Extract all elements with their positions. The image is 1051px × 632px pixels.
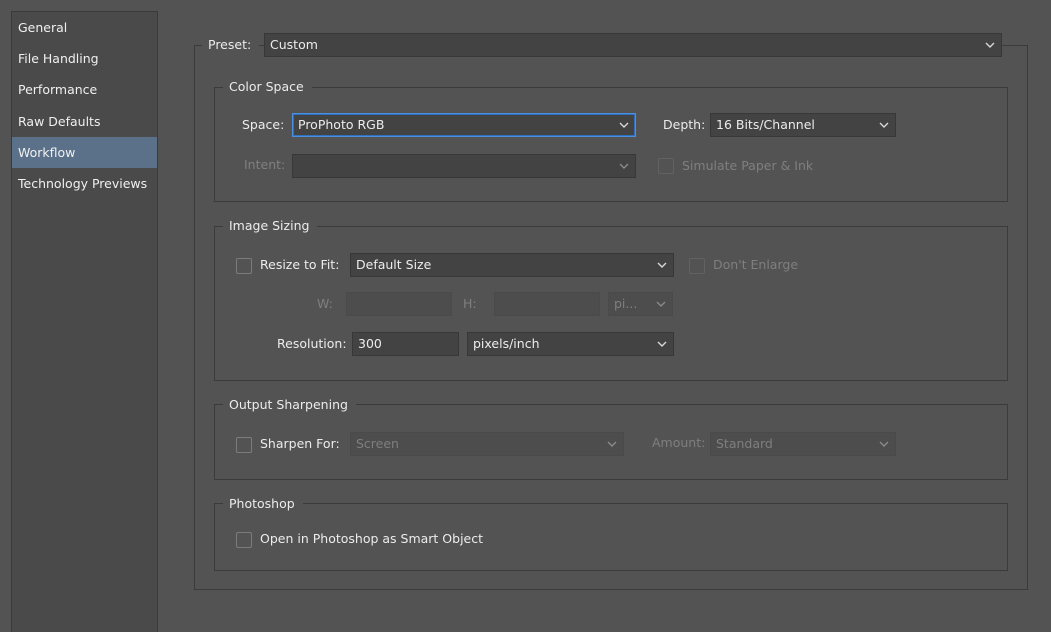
simulate-paper-ink-checkbox[interactable] [658, 158, 674, 174]
preset-label: Preset: [202, 36, 260, 54]
chevron-down-icon [879, 441, 889, 447]
chevron-down-icon [619, 163, 629, 169]
sidebar-item-general[interactable]: General [12, 12, 157, 43]
intent-select[interactable] [292, 154, 636, 178]
height-label: H: [463, 296, 477, 311]
sidebar-item-raw-defaults[interactable]: Raw Defaults [12, 106, 157, 137]
smart-object-label: Open in Photoshop as Smart Object [260, 531, 484, 546]
space-select-value: ProPhoto RGB [298, 117, 385, 132]
amount-select[interactable]: Standard [710, 432, 896, 456]
chevron-down-icon [657, 262, 667, 268]
resize-to-fit-label: Resize to Fit: [260, 257, 340, 272]
depth-label: Depth: [663, 117, 706, 132]
amount-label: Amount: [652, 435, 706, 450]
sharpen-for-label: Sharpen For: [260, 436, 340, 451]
dont-enlarge-checkbox[interactable] [689, 258, 705, 274]
simulate-paper-ink-label: Simulate Paper & Ink [682, 158, 814, 173]
output-sharpening-title: Output Sharpening [223, 396, 356, 414]
resize-to-fit-select[interactable]: Default Size [350, 253, 674, 277]
amount-value: Standard [716, 436, 773, 451]
sidebar-item-file-handling[interactable]: File Handling [12, 43, 157, 74]
resolution-unit-value: pixels/inch [473, 336, 540, 351]
sharpen-for-checkbox[interactable] [236, 437, 252, 453]
image-sizing-title: Image Sizing [223, 217, 318, 235]
preset-select[interactable]: Custom [264, 33, 1002, 57]
sidebar-item-workflow[interactable]: Workflow [12, 137, 157, 168]
height-input[interactable] [494, 292, 600, 316]
chevron-down-icon [985, 42, 995, 48]
chevron-down-icon [619, 122, 629, 128]
size-unit-select[interactable]: pi... [608, 292, 673, 316]
sidebar-item-technology-previews[interactable]: Technology Previews [12, 168, 157, 199]
sharpen-for-value: Screen [356, 436, 399, 451]
depth-select-value: 16 Bits/Channel [716, 117, 815, 132]
color-space-title: Color Space [223, 78, 312, 96]
resolution-unit-select[interactable]: pixels/inch [467, 332, 674, 356]
dont-enlarge-label: Don't Enlarge [713, 257, 799, 272]
resolution-input[interactable]: 300 [352, 332, 459, 356]
preset-select-value: Custom [270, 37, 318, 52]
depth-select[interactable]: 16 Bits/Channel [710, 113, 896, 137]
photoshop-title: Photoshop [223, 495, 303, 513]
intent-label: Intent: [244, 157, 286, 172]
chevron-down-icon [879, 122, 889, 128]
preferences-sidebar: General File Handling Performance Raw De… [11, 11, 158, 632]
sharpen-for-select[interactable]: Screen [350, 432, 624, 456]
chevron-down-icon [607, 441, 617, 447]
size-unit-value: pi... [614, 296, 638, 311]
chevron-down-icon [657, 341, 667, 347]
resize-to-fit-checkbox[interactable] [236, 258, 252, 274]
space-label: Space: [242, 117, 285, 132]
resolution-label: Resolution: [277, 336, 347, 351]
smart-object-checkbox[interactable] [236, 532, 252, 548]
width-input[interactable] [346, 292, 452, 316]
resize-to-fit-value: Default Size [356, 257, 432, 272]
chevron-down-icon [656, 301, 666, 307]
sidebar-item-performance[interactable]: Performance [12, 74, 157, 105]
color-space-group [214, 87, 1008, 202]
space-select[interactable]: ProPhoto RGB [292, 113, 636, 137]
width-label: W: [317, 296, 333, 311]
